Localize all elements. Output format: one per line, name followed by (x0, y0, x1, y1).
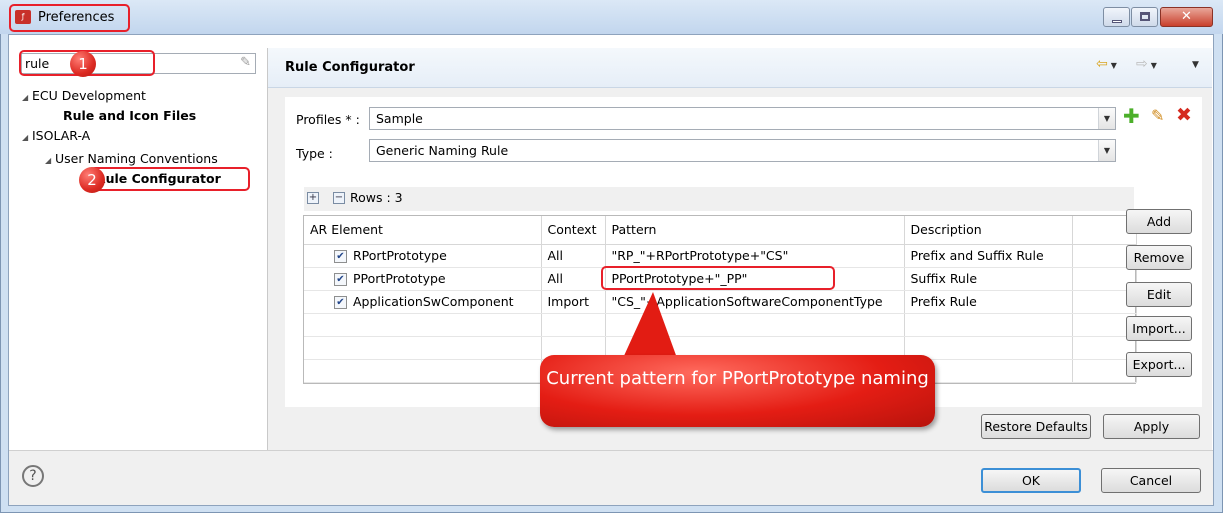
row-checkbox[interactable]: ✔ (334, 296, 347, 309)
type-label: Type : (296, 146, 333, 161)
col-description[interactable]: Description (904, 216, 1073, 245)
import-button[interactable]: Import... (1126, 316, 1192, 341)
tree-item-ecu-development[interactable]: ◢ ECU Development (22, 88, 146, 103)
row-checkbox[interactable]: ✔ (334, 273, 347, 286)
tree-highlight (90, 167, 250, 191)
clear-icon[interactable]: ✎ (240, 55, 251, 70)
minimize-button[interactable] (1103, 7, 1130, 27)
row-checkbox[interactable]: ✔ (334, 250, 347, 263)
back-dropdown-icon[interactable]: ▼ (1111, 61, 1117, 70)
close-button[interactable]: ✕ (1160, 7, 1213, 27)
help-icon[interactable]: ? (22, 465, 44, 487)
collapse-all-icon[interactable]: − (333, 192, 345, 204)
remove-button[interactable]: Remove (1126, 245, 1192, 270)
table-header: AR Element Context Pattern Description (304, 216, 1137, 245)
col-ar-element[interactable]: AR Element (304, 216, 542, 245)
title-highlight (9, 4, 130, 32)
forward-nav[interactable]: ⇨ ▼ (1136, 56, 1157, 72)
tree-item-rule-and-icon-files[interactable]: Rule and Icon Files (63, 108, 196, 123)
expand-arrow-icon[interactable]: ◢ (22, 133, 32, 142)
view-menu-icon[interactable]: ▼ (1192, 60, 1199, 70)
edit-profile-icon[interactable]: ✎ (1151, 106, 1164, 125)
table-row[interactable]: ✔ ApplicationSwComponent Import "CS_"+App… (304, 290, 1137, 314)
col-pattern[interactable]: Pattern (605, 216, 905, 245)
tree-item-isolar-a[interactable]: ◢ ISOLAR-A (22, 128, 90, 143)
pattern-highlight (601, 266, 835, 290)
title-bar (0, 0, 1223, 34)
maximize-button[interactable] (1131, 7, 1158, 27)
profiles-label: Profiles * : (296, 112, 360, 127)
export-button[interactable]: Export... (1126, 352, 1192, 377)
expand-all-icon[interactable]: + (307, 192, 319, 204)
add-button[interactable]: Add (1126, 209, 1192, 234)
tree-item-user-naming-conventions[interactable]: ◢ User Naming Conventions (45, 151, 218, 166)
step-badge-2: 2 (79, 167, 105, 193)
forward-dropdown-icon[interactable]: ▼ (1151, 61, 1157, 70)
edit-button[interactable]: Edit (1126, 282, 1192, 307)
ok-button[interactable]: OK (981, 468, 1081, 493)
step-badge-1: 1 (70, 51, 96, 77)
add-profile-icon[interactable]: ✚ (1123, 104, 1140, 128)
apply-button[interactable]: Apply (1103, 414, 1200, 439)
rows-count: Rows : 3 (350, 190, 403, 205)
expand-arrow-icon[interactable]: ◢ (22, 93, 32, 102)
callout-pointer (623, 292, 677, 358)
page-title: Rule Configurator (285, 60, 415, 75)
type-combo[interactable]: Generic Naming Rule ▼ (369, 139, 1116, 162)
delete-profile-icon[interactable]: ✖ (1176, 104, 1192, 126)
restore-defaults-button[interactable]: Restore Defaults (981, 414, 1091, 439)
profiles-combo[interactable]: Sample ▼ (369, 107, 1116, 130)
col-context[interactable]: Context (541, 216, 606, 245)
close-icon: ✕ (1181, 9, 1192, 24)
cancel-button[interactable]: Cancel (1101, 468, 1201, 493)
chevron-down-icon[interactable]: ▼ (1098, 108, 1115, 129)
callout-bubble: Current pattern for PPortPrototype namin… (540, 355, 935, 427)
table-row-empty (304, 313, 1137, 337)
chevron-down-icon[interactable]: ▼ (1098, 140, 1115, 161)
table-row[interactable]: ✔ RPortPrototype All "RP_"+RPortPrototype… (304, 244, 1137, 268)
rows-toolbar (304, 187, 1134, 211)
back-nav[interactable]: ⇦ ▼ (1096, 56, 1117, 72)
expand-arrow-icon[interactable]: ◢ (45, 156, 55, 165)
